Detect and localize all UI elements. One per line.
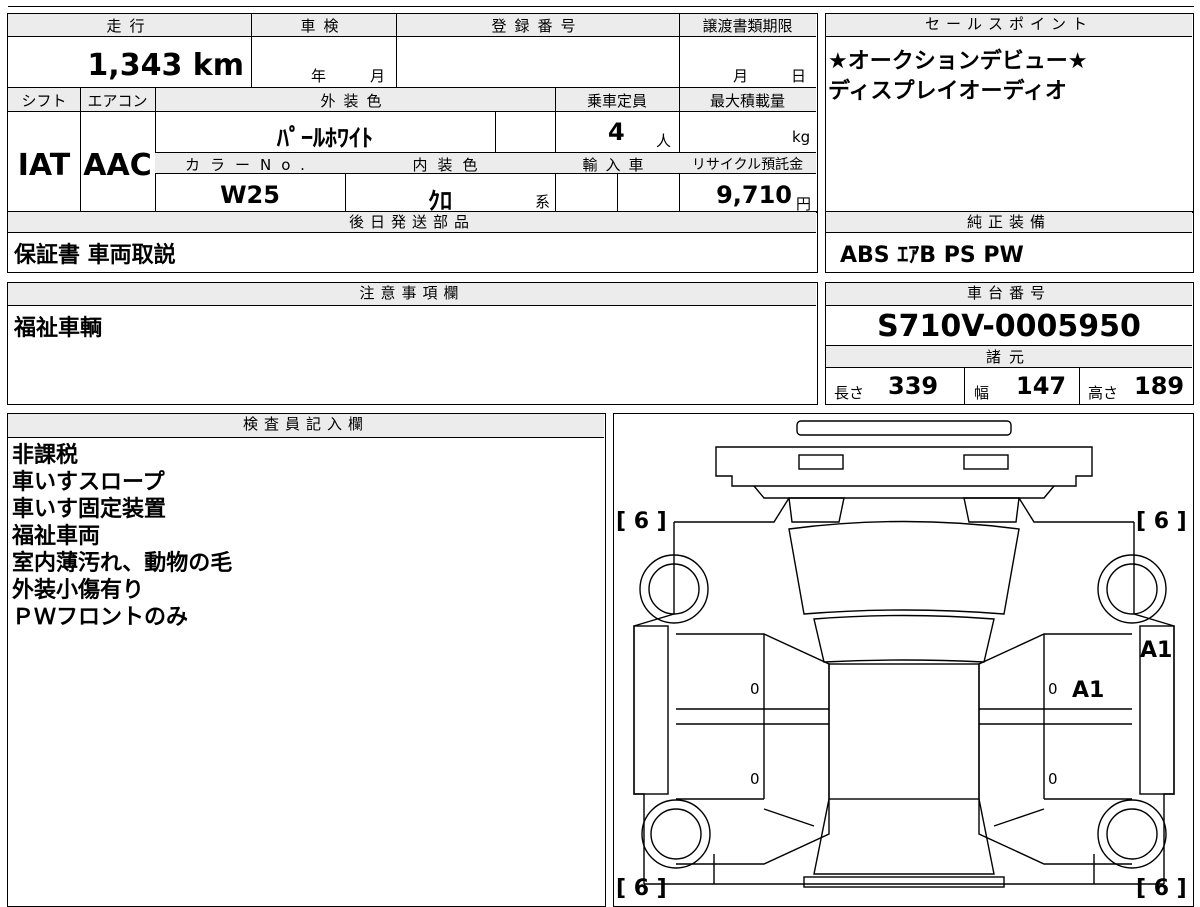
- specs-header: 諸元: [826, 346, 1192, 368]
- exterior-header: 外装色: [320, 92, 390, 110]
- inspector-notes: 非課税 車いすスロープ 車いす固定装置 福祉車両 室内薄汚れ、動物の毛 外装小傷…: [12, 442, 232, 631]
- sales-point-2: ディスプレイオーディオ: [828, 79, 1067, 104]
- chassis-box: 車台番号 S710V-0005950 諸元 長さ 339 幅 147 高さ 18…: [825, 282, 1194, 405]
- top-clipped-strip: [0, 0, 1200, 8]
- transfer-month: 月: [733, 67, 749, 85]
- mileage-value: 1,343 km: [87, 48, 244, 83]
- maxload-header: 最大積載量: [709, 92, 785, 110]
- inspector-note: 外装小傷有り: [12, 578, 145, 603]
- sales-header: セールスポイント: [826, 14, 1192, 37]
- tread-front-right: [ 6 ]: [1136, 509, 1187, 534]
- equipment-box: 純正装備 ABS ｴｱB PS PW: [825, 211, 1194, 273]
- inspector-note: 車いすスロープ: [12, 470, 165, 495]
- vehicle-info-table: 走行 車検 登録番号 譲渡書類期限 1,343 km 年 月 月 日 シフト エ…: [7, 13, 818, 215]
- sales-points-box: セールスポイント ★オークションデビュー★ ディスプレイオーディオ: [825, 13, 1194, 213]
- transfer-header: 譲渡書類期限: [702, 17, 793, 35]
- inspector-note: ＰＷフロントのみ: [12, 605, 189, 630]
- inspector-header: 検査員記入欄: [8, 414, 604, 438]
- chassis-header: 車台番号: [826, 283, 1192, 306]
- inspector-note: 非課税: [12, 443, 79, 468]
- import-header: 輸入車: [582, 156, 652, 174]
- exterior-value: ﾊﾟｰﾙﾎﾜｲﾄ: [277, 124, 373, 152]
- recycle-header: リサイクル預託金: [691, 157, 804, 173]
- inspector-note: 車いす固定装置: [12, 497, 167, 522]
- inspector-note: 室内薄汚れ、動物の毛: [12, 551, 233, 576]
- caution-header: 注意事項欄: [8, 283, 816, 306]
- width-value: 147: [1016, 372, 1067, 400]
- later-parts-header: 後日発送部品: [8, 212, 816, 233]
- door-zero: 0: [750, 770, 760, 788]
- transfer-day: 日: [791, 67, 807, 85]
- inspector-box: 検査員記入欄 非課税 車いすスロープ 車いす固定装置 福祉車両 室内薄汚れ、動物…: [7, 413, 606, 907]
- shaken-month: 月: [370, 67, 386, 85]
- auction-sheet: { "top": { "mileage_header": "走行", "shak…: [0, 0, 1200, 907]
- width-label: 幅: [974, 384, 990, 402]
- height-value: 189: [1134, 372, 1185, 400]
- shift-value: IAT: [17, 148, 71, 183]
- mileage-header: 走行: [106, 17, 153, 35]
- sales-point-1: ★オークションデビュー★: [828, 49, 1088, 74]
- shaken-year: 年: [311, 67, 327, 85]
- aircon-header: エアコン: [87, 92, 148, 110]
- interior-header: 内装色: [412, 156, 488, 174]
- registration-header: 登録番号: [491, 17, 584, 35]
- tread-front-left: [ 6 ]: [616, 509, 667, 534]
- later-parts-box: 後日発送部品 保証書 車両取説: [7, 211, 818, 273]
- caution-box: 注意事項欄 福祉車輌: [7, 282, 818, 405]
- door-zero: 0: [750, 680, 760, 698]
- capacity-value: 4: [608, 118, 625, 146]
- maxload-unit: kg: [792, 128, 811, 146]
- later-parts-value: 保証書 車両取説: [14, 243, 176, 268]
- car-diagram-box: [ 6 ] [ 6 ] [ 6 ] [ 6 ] A1 A1 0 0 0 0: [613, 413, 1194, 907]
- damage-mark-right-fender: A1: [1140, 638, 1173, 663]
- inspector-note: 福祉車両: [12, 524, 101, 549]
- height-label: 高さ: [1088, 384, 1119, 402]
- damage-mark-right-door: A1: [1072, 678, 1105, 703]
- length-value: 339: [888, 372, 939, 400]
- tread-rear-left: [ 6 ]: [616, 876, 667, 901]
- shaken-header: 車検: [300, 17, 347, 35]
- aircon-value: AAC: [83, 148, 152, 183]
- chassis-value: S710V-0005950: [877, 309, 1141, 344]
- door-zero: 0: [1048, 770, 1058, 788]
- length-label: 長さ: [834, 384, 865, 402]
- capacity-header: 乗車定員: [586, 92, 647, 110]
- caution-value: 福祉車輌: [14, 316, 103, 341]
- interior-suffix: 系: [535, 193, 551, 211]
- color-no-value: W25: [220, 181, 280, 209]
- equipment-header: 純正装備: [826, 212, 1192, 233]
- equipment-value: ABS ｴｱB PS PW: [840, 243, 1024, 268]
- tread-rear-right: [ 6 ]: [1136, 876, 1187, 901]
- car-outline-diagram: [633, 420, 1175, 888]
- capacity-unit: 人: [656, 132, 672, 150]
- color-no-header: カラーNo.: [185, 156, 315, 174]
- shift-header: シフト: [21, 92, 67, 110]
- door-zero: 0: [1048, 680, 1058, 698]
